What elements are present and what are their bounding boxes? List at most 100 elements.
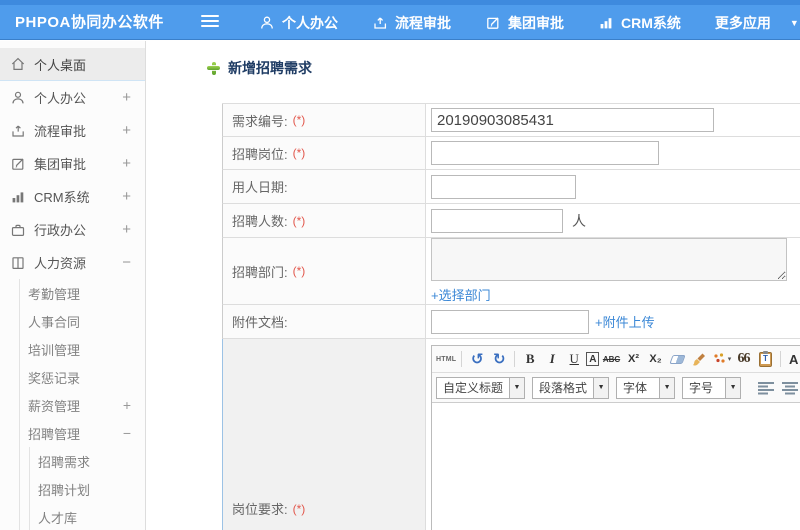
editor-content-area[interactable]: [432, 402, 800, 530]
sidebar-item-talent-pool[interactable]: 人才库: [30, 503, 145, 530]
color-palette-button[interactable]: ▾: [711, 349, 731, 369]
align-left-button[interactable]: [758, 381, 775, 395]
undo-button[interactable]: ↺: [467, 349, 487, 369]
field-label: 招聘岗位:: [232, 146, 288, 162]
underline-button[interactable]: U: [564, 349, 584, 369]
italic-button[interactable]: I: [542, 349, 562, 369]
sidebar-item-human-resources[interactable]: 人力资源 −: [0, 246, 145, 279]
paste-as-text-button[interactable]: T: [755, 349, 775, 369]
nav-personal-office[interactable]: 个人办公: [242, 13, 355, 33]
subscript-button[interactable]: X₂: [645, 349, 665, 369]
user-icon: [259, 15, 275, 31]
main-content: 新增招聘需求 需求编号: (*) 招聘岗位: (*) 用人日期:: [147, 41, 800, 530]
collapse-icon[interactable]: −: [122, 255, 131, 270]
bold-button[interactable]: B: [520, 349, 540, 369]
process-approval-icon: [10, 123, 26, 139]
field-label: 岗位要求:: [232, 502, 288, 517]
sidebar-item-personal-desktop[interactable]: 个人桌面: [0, 48, 145, 81]
sidebar-item-label: 招聘需求: [38, 454, 91, 470]
html-source-button[interactable]: HTML: [436, 349, 456, 369]
edit-square-icon: [10, 156, 26, 172]
form-row-department: 招聘部门: (*) +选择部门: [222, 238, 800, 305]
expand-icon[interactable]: +: [122, 156, 131, 171]
editor-toolbar-row1: HTML ↺ ↻ B I U A ABC X² X₂ ▾ 66 T A: [432, 346, 800, 372]
green-plus-icon: [207, 61, 220, 75]
attachment-upload-link[interactable]: +附件上传: [595, 312, 655, 331]
position-input[interactable]: [431, 141, 659, 165]
sidebar-item-label: 人才库: [38, 510, 78, 526]
align-center-button[interactable]: [782, 381, 799, 395]
sidebar-item-group-approval[interactable]: 集团审批 +: [0, 147, 145, 180]
strikethrough-button[interactable]: ABC: [601, 349, 621, 369]
sidebar-item-label: 行政办公: [34, 223, 87, 238]
format-brush-button[interactable]: [689, 349, 709, 369]
superscript-button[interactable]: X²: [623, 349, 643, 369]
sidebar-item-personal-office[interactable]: 个人办公 +: [0, 81, 145, 114]
caret-down-icon: ▾: [727, 356, 732, 363]
sidebar-item-recruitment-demand[interactable]: 招聘需求: [30, 447, 145, 475]
form-row-demand-number: 需求编号: (*): [222, 104, 800, 137]
expand-icon[interactable]: +: [123, 398, 131, 412]
menu-toggle-icon[interactable]: [201, 15, 219, 28]
sidebar-item-personnel-contract[interactable]: 人事合同: [20, 307, 145, 335]
sidebar-item-label: 人力资源: [34, 256, 87, 271]
sidebar-item-label: CRM系统: [34, 190, 90, 205]
caret-down-icon: ▼: [789, 17, 799, 28]
font-color-button[interactable]: A ▾: [786, 349, 800, 369]
paragraph-format-dropdown[interactable]: 段落格式 ▼: [532, 376, 610, 399]
sidebar-item-training-mgmt[interactable]: 培训管理: [20, 335, 145, 363]
nav-label: 更多应用: [714, 14, 771, 31]
caret-down-icon: ▼: [509, 377, 525, 398]
brush-icon: [692, 353, 705, 365]
app-header: PHPOA协同办公软件 个人办公 流程审批 集团审批 CRM系统 更多应用 ▼: [0, 0, 800, 40]
sidebar-item-recruitment-mgmt[interactable]: 招聘管理 −: [20, 419, 145, 447]
book-icon: [10, 255, 26, 271]
sidebar-item-attendance-mgmt[interactable]: 考勤管理: [20, 279, 145, 307]
sidebar-item-admin-office[interactable]: 行政办公 +: [0, 213, 145, 246]
font-family-dropdown[interactable]: 字体 ▼: [616, 376, 676, 399]
field-label: 招聘人数:: [232, 214, 288, 229]
select-department-link[interactable]: +选择部门: [431, 285, 491, 304]
sidebar-recruitment-submenu: 招聘需求 招聘计划 人才库: [29, 447, 145, 530]
toolbar-separator: [780, 351, 782, 367]
expand-icon[interactable]: +: [122, 222, 131, 237]
font-style-button[interactable]: A: [586, 352, 600, 366]
nav-process-approval[interactable]: 流程审批: [355, 13, 468, 33]
nav-crm-system[interactable]: CRM系统: [581, 13, 698, 33]
hire-date-input[interactable]: [431, 174, 576, 199]
blockquote-button[interactable]: 66: [733, 349, 753, 369]
required-mark: (*): [292, 264, 306, 278]
sidebar-item-label: 个人桌面: [34, 57, 87, 73]
headcount-input[interactable]: [431, 208, 563, 233]
expand-icon[interactable]: +: [122, 90, 131, 105]
caret-down-icon: ▼: [725, 377, 741, 398]
recruitment-demand-form: 需求编号: (*) 招聘岗位: (*) 用人日期:: [222, 103, 800, 530]
toolbar-separator: [461, 351, 463, 367]
caret-down-icon: ▼: [659, 377, 675, 398]
attachment-input[interactable]: [431, 309, 589, 334]
nav-group-approval[interactable]: 集团审批: [468, 13, 581, 33]
sidebar-item-salary-mgmt[interactable]: 薪资管理 +: [20, 391, 145, 419]
sidebar-item-process-approval[interactable]: 流程审批 +: [0, 114, 145, 147]
nav-label: 集团审批: [508, 14, 564, 31]
font-size-dropdown[interactable]: 字号 ▼: [682, 376, 742, 399]
bar-chart-icon: [598, 15, 614, 31]
custom-heading-dropdown[interactable]: 自定义标题 ▼: [436, 376, 526, 399]
toolbar-separator: [514, 351, 516, 367]
collapse-icon[interactable]: −: [123, 426, 131, 440]
form-row-requirements: 岗位要求: (*) HTML ↺ ↻ B I U A ABC X² X₂ ▾ 6…: [222, 339, 800, 530]
home-icon: [10, 56, 26, 72]
sidebar-item-reward-punishment[interactable]: 奖惩记录: [20, 363, 145, 391]
department-textarea[interactable]: [431, 238, 787, 281]
expand-icon[interactable]: +: [122, 123, 131, 138]
nav-more-apps[interactable]: 更多应用 ▼: [698, 13, 800, 33]
expand-icon[interactable]: +: [122, 189, 131, 204]
eraser-button[interactable]: [667, 349, 687, 369]
demand-number-input[interactable]: [431, 108, 714, 132]
top-navigation: 个人办公 流程审批 集团审批 CRM系统 更多应用 ▼: [242, 5, 800, 40]
redo-button[interactable]: ↻: [489, 349, 509, 369]
sidebar-item-crm-system[interactable]: CRM系统 +: [0, 180, 145, 213]
sidebar-item-recruitment-plan[interactable]: 招聘计划: [30, 475, 145, 503]
form-row-hire-date: 用人日期:: [222, 170, 800, 204]
sidebar-item-label: 考勤管理: [28, 286, 81, 302]
